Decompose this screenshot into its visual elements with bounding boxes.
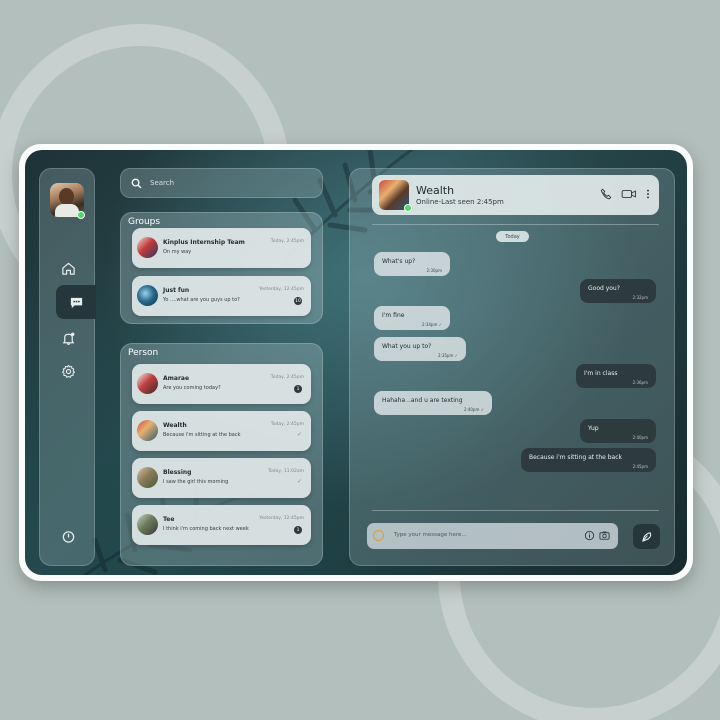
groups-panel: Groups Kinplus Internship Team On my way… bbox=[120, 212, 323, 324]
message-time: 2:40pm bbox=[632, 435, 648, 440]
chat-contact-status: Online-Last seen 2:45pm bbox=[416, 198, 504, 206]
message-text: I'm in class bbox=[584, 370, 618, 377]
message-input[interactable]: Type your message here... bbox=[394, 532, 467, 538]
message-time: 2:36pm bbox=[632, 380, 648, 385]
nav-home[interactable] bbox=[40, 251, 96, 285]
logout-button[interactable] bbox=[40, 519, 96, 553]
groups-title: Groups bbox=[128, 217, 161, 227]
message-text: Hahaha ..and u are texting bbox=[382, 397, 463, 404]
chat-header: Wealth Online-Last seen 2:45pm bbox=[372, 175, 659, 215]
message-time: 2:35pm ✓ bbox=[437, 353, 458, 358]
date-separator: Today bbox=[496, 231, 529, 242]
read-receipt: ✓ bbox=[296, 431, 302, 438]
read-receipt: ✓ bbox=[296, 478, 302, 485]
list-item[interactable]: Just fun Yo ....what are you guys up to?… bbox=[132, 276, 311, 316]
chat-header-actions bbox=[600, 188, 650, 200]
item-time: Yesterday, 12:45pm bbox=[259, 287, 304, 292]
item-time: Today, 2:45pm bbox=[270, 239, 304, 244]
item-time: Yesterday, 12:45pm bbox=[259, 516, 304, 521]
message-bubble-outgoing: Good you? 2:32pm bbox=[580, 279, 656, 303]
search-icon bbox=[131, 178, 142, 188]
app-screen: Search Groups Kinplus Internship Team On… bbox=[25, 150, 687, 575]
header-divider bbox=[372, 224, 659, 225]
contact-avatar bbox=[137, 467, 158, 488]
online-indicator bbox=[77, 211, 85, 219]
item-message: Because i'm sitting at the back bbox=[163, 432, 241, 438]
nav-settings[interactable] bbox=[40, 354, 96, 388]
composer-divider bbox=[372, 510, 659, 511]
chat-icon bbox=[70, 297, 82, 308]
item-message: I saw the girl this morning bbox=[163, 479, 229, 485]
message-time: 2:32pm bbox=[632, 295, 648, 300]
item-time: Today, 2:45pm bbox=[270, 375, 304, 380]
device-frame: Search Groups Kinplus Internship Team On… bbox=[19, 144, 693, 581]
persons-title: Person bbox=[128, 348, 159, 358]
message-text: What's up? bbox=[382, 258, 416, 265]
contact-avatar bbox=[137, 420, 158, 441]
message-time: 2:30pm bbox=[426, 268, 442, 273]
message-bubble-incoming: I'm fine 2:34pm ✓ bbox=[374, 306, 450, 330]
emoji-icon[interactable] bbox=[373, 530, 384, 541]
item-time: Today, 2:45pm bbox=[270, 422, 304, 427]
persons-panel: Person Amarae Are you coming today? Toda… bbox=[120, 343, 323, 566]
list-item[interactable]: Amarae Are you coming today? Today, 2:45… bbox=[132, 364, 311, 404]
phone-icon[interactable] bbox=[600, 188, 612, 200]
item-name: Tee bbox=[163, 516, 175, 523]
nav-notifications[interactable] bbox=[40, 321, 96, 355]
message-text: I'm fine bbox=[382, 312, 405, 319]
message-composer[interactable]: Type your message here... bbox=[367, 523, 618, 549]
contact-avatar bbox=[137, 373, 158, 394]
bell-icon bbox=[62, 332, 74, 345]
online-indicator bbox=[404, 204, 412, 212]
video-icon[interactable] bbox=[620, 188, 638, 200]
item-name: Wealth bbox=[163, 422, 187, 429]
item-message: On my way bbox=[163, 249, 192, 255]
more-vertical-icon[interactable] bbox=[646, 188, 650, 200]
message-text: Because i'm sitting at the back bbox=[529, 454, 623, 461]
send-icon bbox=[642, 532, 652, 542]
item-name: Amarae bbox=[163, 375, 190, 382]
message-bubble-outgoing: Yup 2:40pm bbox=[580, 419, 656, 443]
message-text: What you up to? bbox=[382, 343, 432, 350]
item-name: Kinplus Internship Team bbox=[163, 239, 245, 246]
list-item[interactable]: Wealth Because i'm sitting at the back T… bbox=[132, 411, 311, 451]
item-message: I think i'm coming back next week bbox=[163, 526, 249, 532]
item-name: Just fun bbox=[163, 287, 190, 294]
search-input[interactable]: Search bbox=[150, 179, 174, 187]
power-icon bbox=[62, 530, 74, 543]
message-bubble-incoming: What's up? 2:30pm bbox=[374, 252, 450, 276]
contact-avatar bbox=[137, 514, 158, 535]
message-time: 2:34pm ✓ bbox=[421, 322, 442, 327]
unread-badge: 10 bbox=[294, 297, 302, 305]
message-text: Good you? bbox=[588, 285, 620, 292]
message-text: Yup bbox=[588, 425, 599, 432]
nav-chats[interactable] bbox=[56, 285, 96, 319]
message-bubble-incoming: Hahaha ..and u are texting 2:40pm ✓ bbox=[374, 391, 492, 415]
message-bubble-outgoing: I'm in class 2:36pm bbox=[576, 364, 656, 388]
list-item[interactable]: Tee I think i'm coming back next week Ye… bbox=[132, 505, 311, 545]
send-button[interactable] bbox=[633, 524, 660, 549]
message-time: 2:40pm ✓ bbox=[463, 407, 484, 412]
unread-badge: 1 bbox=[294, 526, 302, 534]
unread-badge: 1 bbox=[294, 385, 302, 393]
group-avatar bbox=[137, 237, 158, 258]
info-icon[interactable] bbox=[584, 530, 595, 541]
item-message: Are you coming today? bbox=[163, 385, 221, 391]
message-bubble-outgoing: Because i'm sitting at the back 2:45pm bbox=[521, 448, 656, 472]
list-item[interactable]: Blessing I saw the girl this morning Tod… bbox=[132, 458, 311, 498]
group-avatar bbox=[137, 285, 158, 306]
list-item[interactable]: Kinplus Internship Team On my way Today,… bbox=[132, 228, 311, 268]
item-name: Blessing bbox=[163, 469, 192, 476]
gear-icon bbox=[61, 364, 75, 378]
chat-panel: Wealth Online-Last seen 2:45pm Today Wha… bbox=[349, 168, 675, 566]
home-icon bbox=[61, 262, 75, 275]
message-time: 2:45pm bbox=[632, 464, 648, 469]
camera-icon[interactable] bbox=[599, 530, 610, 541]
item-message: Yo ....what are you guys up to? bbox=[163, 297, 240, 303]
chat-contact-name: Wealth bbox=[416, 184, 455, 197]
search-bar[interactable]: Search bbox=[120, 168, 323, 198]
message-bubble-incoming: What you up to? 2:35pm ✓ bbox=[374, 337, 466, 361]
sidebar bbox=[39, 168, 96, 566]
item-time: Today, 11:02am bbox=[268, 469, 304, 474]
